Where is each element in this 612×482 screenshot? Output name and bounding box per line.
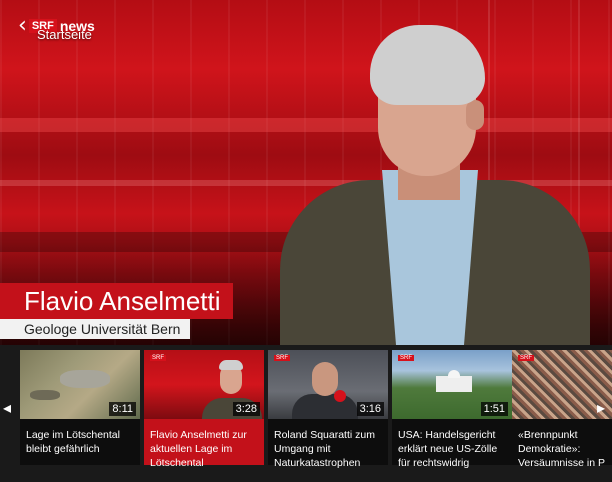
back-label[interactable]: Startseite bbox=[37, 27, 92, 42]
video-player[interactable]: ‹ SRF news Startseite Flavio Anselmetti … bbox=[0, 0, 612, 482]
duration-badge: 8:11 bbox=[109, 402, 136, 416]
chevron-left-icon[interactable]: ◂ bbox=[3, 398, 11, 417]
chevron-right-icon[interactable]: ▸ bbox=[597, 398, 605, 417]
video-rail: 8:11 Lage im Lötschental bleibt gefährli… bbox=[0, 345, 612, 482]
rail-card-title: Lage im Lötschental bleibt gefährlich bbox=[26, 429, 120, 455]
rail-card-title: Roland Squaratti zum Umgang mit Naturkat… bbox=[274, 429, 375, 469]
interviewee-video-frame bbox=[270, 20, 600, 350]
duration-badge: 3:28 bbox=[232, 402, 260, 416]
lower-third-name: Flavio Anselmetti bbox=[0, 283, 233, 319]
rail-card-active[interactable]: SRF 3:28 Flavio Anselmetti zur aktuellen… bbox=[144, 350, 264, 469]
duration-badge: 1:51 bbox=[480, 402, 508, 416]
rail-card[interactable]: 8:11 Lage im Lötschental bleibt gefährli… bbox=[20, 350, 140, 465]
chevron-left-icon: ‹ bbox=[18, 13, 27, 38]
rail-card[interactable]: SRF 1:51 USA: Handelsgericht erklärt neu… bbox=[392, 350, 512, 469]
rail-card-title: «Brennpunkt Demokratie»: Versäumnisse in… bbox=[518, 429, 605, 469]
rail-card-title: USA: Handelsgericht erklärt neue US-Zöll… bbox=[398, 429, 498, 469]
lower-third-role: Geologe Universität Bern bbox=[0, 319, 191, 339]
duration-badge: 3:16 bbox=[356, 402, 384, 416]
rail-card[interactable]: SRF 3:16 Roland Squaratti zum Umgang mit… bbox=[268, 350, 388, 469]
rail-card-title: Flavio Anselmetti zur aktuellen Lage im … bbox=[150, 429, 247, 469]
